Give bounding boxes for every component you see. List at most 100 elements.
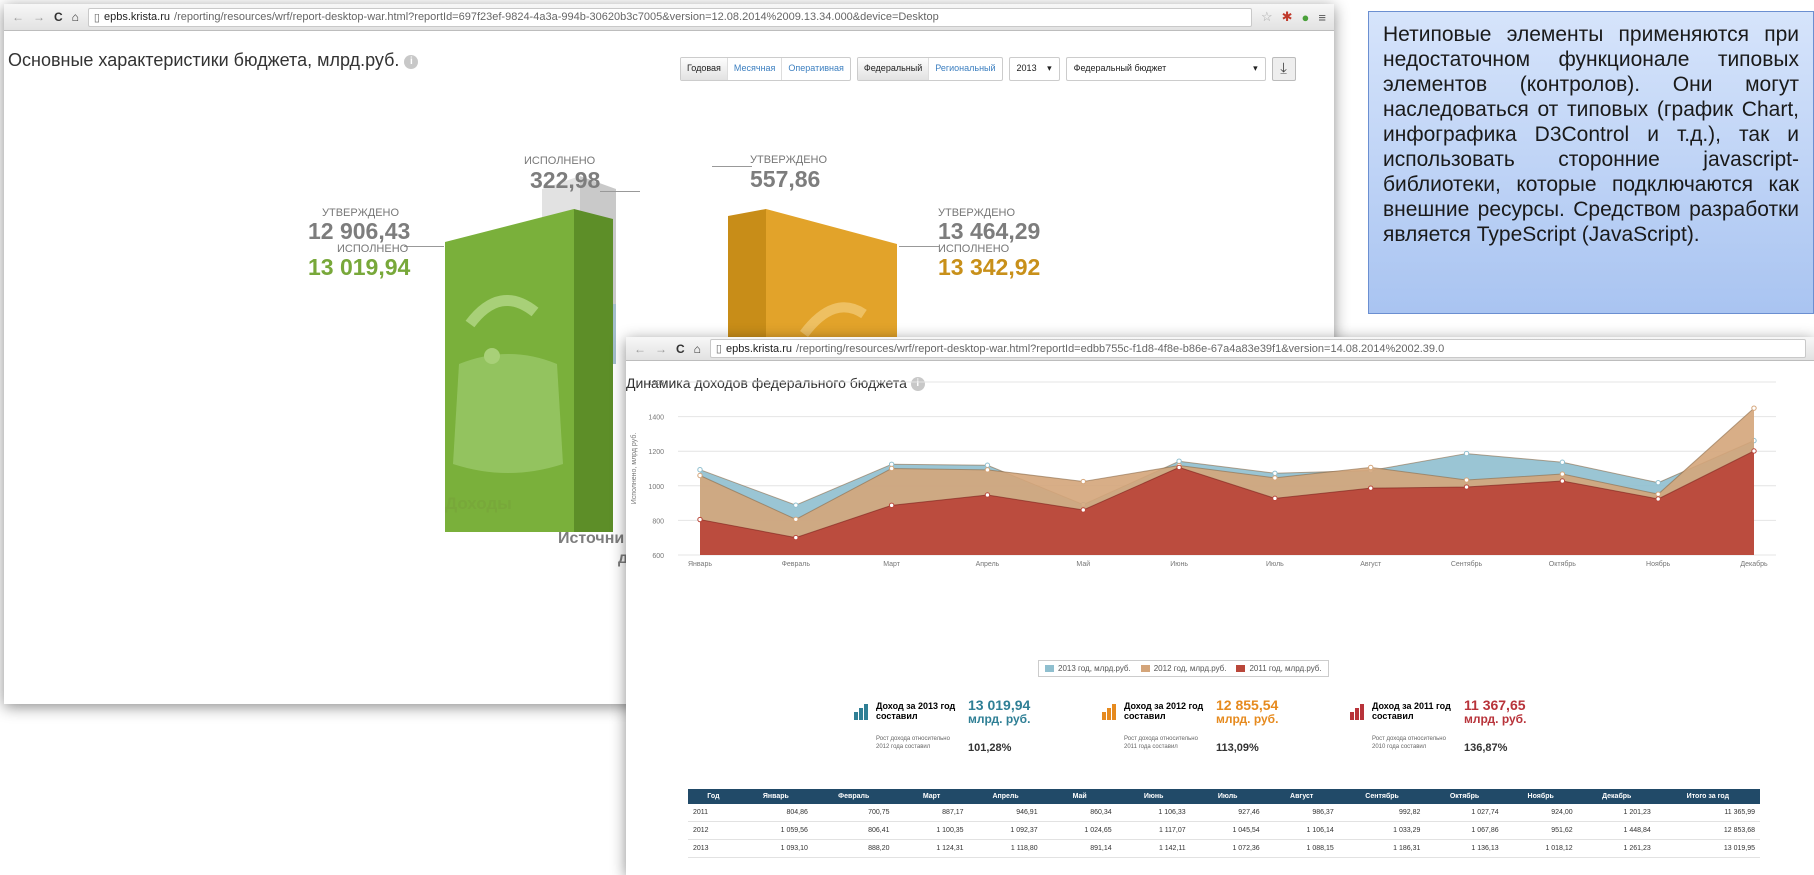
series-point-1	[1559, 471, 1566, 477]
summary-unit: млрд. руб.	[968, 712, 1031, 726]
table-cell: 1 092,37	[968, 821, 1043, 840]
x-tick-label: Март	[883, 561, 901, 568]
legend-swatch	[1045, 665, 1054, 672]
table-row: 2013 1 093,10 888,20 1 124,31 1 118,80 891,14…	[688, 839, 1760, 858]
table-cell: 927,46	[1190, 804, 1265, 822]
x-tick-label: Октябрь	[1549, 560, 1576, 568]
table-cell: 1 106,33	[1116, 804, 1191, 822]
summary-label: Доход за 2012 год составил	[1124, 701, 1204, 721]
expense-approved-value: 13 464,29	[938, 218, 1041, 244]
column-header[interactable]: Июнь	[1116, 789, 1191, 804]
y-tick-label: 1200	[648, 449, 664, 456]
income-caption: Доходы	[445, 494, 512, 513]
summary-label: Доход за 2013 год составил	[876, 701, 956, 721]
table-cell: 946,91	[968, 804, 1043, 822]
column-header[interactable]: Август	[1264, 789, 1339, 804]
x-tick-label: Август	[1360, 561, 1382, 568]
series-point-2	[1272, 495, 1278, 502]
column-header[interactable]: Июль	[1190, 789, 1265, 804]
income-table: Год Январь Февраль Март Апрель Май Июнь Июль Авг…	[688, 789, 1760, 858]
table-cell: 888,20	[812, 839, 895, 858]
series-point-2	[1080, 507, 1086, 513]
table-cell: 951,62	[1503, 821, 1578, 840]
legend-item-2013[interactable]: 2013 год, млрд.руб.	[1045, 664, 1131, 673]
y-tick-label: 600	[652, 553, 664, 560]
growth-label: Рост дохода относительно 2011 года соста…	[1124, 736, 1198, 750]
column-header[interactable]: Октябрь	[1425, 789, 1504, 804]
table-cell: 1 072,36	[1190, 839, 1265, 858]
column-header[interactable]: Май	[1042, 789, 1117, 804]
column-header[interactable]: Декабрь	[1577, 789, 1656, 804]
growth-value: 136,87%	[1464, 742, 1508, 754]
summary-value: 13 019,94	[968, 697, 1031, 713]
series-point-2	[1368, 485, 1374, 491]
leader-line	[899, 246, 939, 247]
expense-executed-value: 13 342,92	[938, 254, 1041, 280]
table-cell: 887,17	[894, 804, 969, 822]
table-cell: 986,37	[1264, 804, 1339, 822]
table-cell: 1 027,74	[1425, 804, 1504, 822]
table-cell: 1 045,54	[1190, 821, 1265, 840]
summary-label: Доход за 2011 год составил	[1372, 701, 1451, 721]
x-tick-label: Январь	[688, 561, 712, 568]
column-header[interactable]: Год	[688, 789, 739, 804]
series-point-2	[1655, 496, 1661, 502]
series-point-0	[697, 466, 703, 473]
column-header[interactable]: Январь	[738, 789, 813, 804]
table-cell: 13 019,95	[1655, 839, 1760, 858]
series-point-2	[793, 534, 799, 541]
bar-chart-icon	[1102, 704, 1116, 720]
callout-note: Нетиповые элементы применяются при недос…	[1368, 11, 1814, 314]
growth-label: Рост дохода относительно 2010 года соста…	[1372, 736, 1446, 750]
growth-value: 113,09%	[1216, 742, 1259, 754]
y-tick-label: 1400	[648, 415, 664, 422]
income-box-side	[574, 209, 613, 532]
column-header[interactable]: Февраль	[812, 789, 895, 804]
table-cell: 992,82	[1338, 804, 1426, 822]
table-cell: 924,00	[1503, 804, 1578, 822]
growth-label: Рост дохода относительно 2012 года соста…	[876, 736, 950, 750]
summary-2013: Доход за 2013 год составил 13 019,94 млр…	[854, 698, 1084, 758]
series-point-0	[984, 462, 991, 468]
table-cell: 1 136,13	[1425, 839, 1504, 858]
table-cell: 1 201,23	[1577, 804, 1656, 822]
series-point-2	[984, 492, 991, 498]
legend-item-2012[interactable]: 2012 год, млрд.руб.	[1140, 664, 1226, 673]
table-cell: 1 124,31	[894, 839, 969, 858]
column-header[interactable]: Сентябрь	[1338, 789, 1426, 804]
series-point-2	[1751, 448, 1757, 454]
column-header[interactable]: Апрель	[968, 789, 1043, 804]
legend-item-2011[interactable]: 2011 год, млрд.руб.	[1236, 664, 1322, 673]
table-cell: 806,41	[812, 821, 895, 840]
y-tick-label: 1000	[648, 484, 664, 491]
bar-chart-icon	[854, 704, 868, 720]
table-cell: 1 106,14	[1264, 821, 1339, 840]
table-cell: 1 261,23	[1577, 839, 1656, 858]
series-point-2	[1463, 484, 1470, 490]
column-header[interactable]: Март	[894, 789, 969, 804]
bar-chart-icon	[1350, 704, 1364, 720]
series-point-1	[1368, 464, 1374, 471]
series-point-0	[1272, 470, 1278, 476]
series-point-1	[888, 465, 895, 472]
series-point-1	[1655, 491, 1661, 497]
column-header[interactable]: Итого за год	[1655, 789, 1760, 804]
leader-line	[712, 166, 752, 167]
table-cell: 700,75	[812, 804, 895, 822]
table-cell: 1 117,07	[1116, 821, 1191, 840]
table-cell: 11 365,99	[1655, 804, 1760, 822]
table-cell: 1 059,56	[738, 821, 813, 840]
table-cell: 1 024,65	[1042, 821, 1117, 840]
table-cell: 860,34	[1042, 804, 1117, 822]
summary-unit: млрд. руб.	[1464, 712, 1527, 726]
table-row: 2012 1 059,56 806,41 1 100,35 1 092,37 1 024,…	[688, 821, 1760, 840]
middle-approved-label: УТВЕРЖДЕНО	[750, 154, 828, 166]
summary-2012: Доход за 2012 год составил 12 855,54 млр…	[1102, 698, 1332, 758]
table-cell: 1 093,10	[738, 839, 813, 858]
x-tick-label: Ноябрь	[1646, 560, 1671, 568]
sources-caption-line1: Источни	[558, 530, 625, 547]
leader-line	[404, 246, 444, 247]
table-cell: 1 118,80	[968, 839, 1043, 858]
middle-approved-value: 557,86	[750, 166, 821, 192]
column-header[interactable]: Ноябрь	[1503, 789, 1578, 804]
